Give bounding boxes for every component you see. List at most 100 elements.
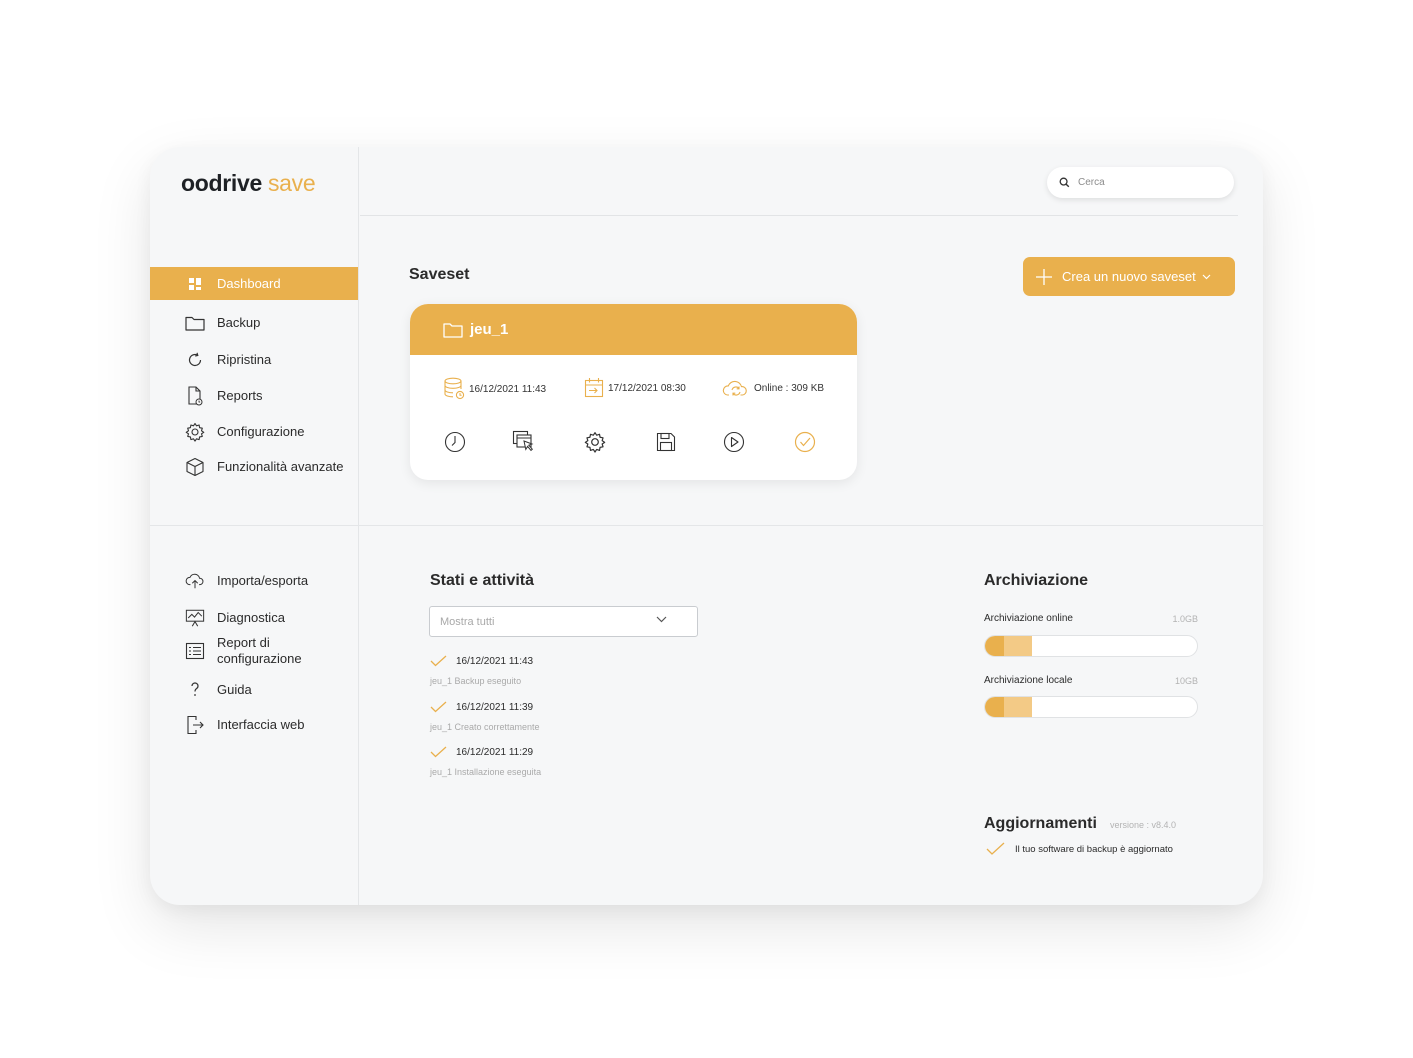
sidebar-item-label: Guida	[217, 682, 252, 697]
run-backup-button[interactable]	[721, 429, 747, 455]
schedule-button[interactable]	[442, 429, 468, 455]
gear-icon	[185, 422, 205, 442]
folder-icon	[443, 322, 463, 338]
activity-event-date: 16/12/2021 11:43	[456, 655, 534, 667]
activity-event-date: 16/12/2021 11:29	[456, 746, 534, 758]
storage-local-size: 10GB	[1174, 676, 1198, 686]
storage-local-bar-primary	[985, 697, 1005, 717]
monitor-icon	[185, 608, 205, 628]
check-icon	[430, 746, 448, 758]
storage-local-label: Archiviazione locale	[984, 675, 1073, 686]
activity-filter-select[interactable]: Mostra tutti	[429, 606, 698, 637]
saveset-card-header: jeu_1	[410, 304, 857, 355]
storage-local-bar	[984, 696, 1198, 718]
saveset-info-row: 16/12/2021 11:43 17/12/2021 08:30 Online…	[410, 374, 857, 404]
logout-icon	[185, 715, 205, 735]
gear-icon	[584, 431, 606, 453]
restore-icon	[185, 350, 205, 370]
app-window: oodrive save Dashboard Backup Ripristina …	[150, 147, 1263, 905]
sidebar: oodrive save Dashboard Backup Ripristina …	[150, 147, 359, 905]
storage-online-bar-primary	[985, 636, 1005, 656]
storage-title: Archiviazione	[984, 572, 1089, 589]
sidebar-item-label: Dashboard	[217, 276, 281, 291]
calendar-icon	[584, 377, 604, 399]
report-icon	[185, 385, 205, 406]
window-select-icon	[512, 430, 536, 454]
search-box[interactable]	[1047, 167, 1234, 198]
activity-event: 16/12/2021 11:29 jeu_1 Installazione ese…	[430, 746, 542, 778]
sidebar-item-label: Diagnostica	[217, 610, 285, 625]
search-input[interactable]	[1078, 177, 1218, 188]
activity-event-desc: jeu_1 Installazione eseguita	[430, 767, 542, 777]
list-icon	[185, 641, 205, 661]
storage-online-label: Archiviazione online	[984, 613, 1073, 624]
plus-icon	[1035, 268, 1053, 286]
clock-icon	[444, 431, 466, 453]
settings-button[interactable]	[582, 429, 608, 455]
app-logo: oodrive save	[181, 170, 316, 197]
online-size: Online : 309 KB	[754, 382, 825, 394]
section-divider	[150, 525, 1263, 526]
sidebar-item-label: Configurazione	[217, 424, 305, 439]
last-backup-info: 16/12/2021 11:43	[443, 377, 546, 401]
version-label: versione : v8.4.0	[1110, 820, 1177, 830]
activity-event: 16/12/2021 11:43 jeu_1 Backup eseguito	[430, 655, 534, 687]
activity-filter-value: Mostra tutti	[440, 615, 495, 628]
sidebar-item-importa-esporta[interactable]: Importa/esporta	[150, 564, 358, 597]
cube-icon	[185, 457, 205, 477]
play-icon	[723, 431, 745, 453]
cloud-sync-icon	[722, 377, 750, 399]
storage-online-bar	[984, 635, 1198, 657]
storage-online-bar-secondary	[1004, 636, 1032, 656]
sidebar-item-guida[interactable]: Guida	[150, 673, 358, 706]
check-circle-icon	[794, 431, 816, 453]
sidebar-item-diagnostica[interactable]: Diagnostica	[150, 601, 358, 634]
chevron-down-icon	[656, 616, 667, 623]
check-icon	[430, 655, 448, 667]
sidebar-item-label: Ripristina	[217, 352, 272, 367]
update-status: Il tuo software di backup è aggiornato	[986, 842, 1173, 856]
sidebar-item-backup[interactable]: Backup	[150, 306, 358, 339]
logo-brand: oodrive	[181, 170, 262, 196]
sidebar-item-report-configurazione[interactable]: Report di configurazione	[150, 631, 358, 671]
updates-title: Aggiornamenti	[984, 815, 1097, 832]
activity-event-desc: jeu_1 Backup eseguito	[430, 676, 522, 686]
sidebar-item-label: Interfaccia web	[217, 717, 305, 732]
sidebar-item-label: Funzionalità avanzate	[217, 459, 344, 474]
activity-event-date: 16/12/2021 11:39	[456, 701, 534, 713]
activity-event: 16/12/2021 11:39 jeu_1 Creato correttame…	[430, 701, 540, 733]
saveset-title: Saveset	[409, 266, 470, 283]
sidebar-item-funzionalita-avanzate[interactable]: Funzionalità avanzate	[150, 450, 358, 483]
storage-local-bar-secondary	[1004, 697, 1032, 717]
next-backup-date: 17/12/2021 08:30	[608, 382, 686, 394]
sidebar-item-label: Reports	[217, 388, 263, 403]
search-icon	[1059, 177, 1070, 188]
dashboard-icon	[185, 274, 205, 294]
activity-event-desc: jeu_1 Creato correttamente	[430, 722, 540, 732]
check-icon	[430, 701, 448, 713]
chevron-down-icon	[1202, 274, 1211, 280]
sidebar-item-reports[interactable]: Reports	[150, 379, 358, 412]
folder-icon	[185, 313, 205, 333]
sidebar-item-ripristina[interactable]: Ripristina	[150, 343, 358, 376]
create-saveset-label: Crea un nuovo saveset	[1062, 269, 1196, 284]
status-ok-button[interactable]	[792, 429, 818, 455]
saveset-card[interactable]: jeu_1 16/12/2021 11:43 17/12/2021 08:30 …	[410, 304, 857, 480]
topbar-divider	[360, 215, 1238, 216]
online-size-info: Online : 309 KB	[722, 377, 824, 399]
storage-online-size: 1.0GB	[1172, 614, 1198, 624]
sidebar-item-label: Backup	[217, 315, 261, 330]
check-icon	[986, 842, 1005, 856]
next-backup-info: 17/12/2021 08:30	[584, 377, 686, 399]
sidebar-item-interfaccia-web[interactable]: Interfaccia web	[150, 708, 358, 741]
last-backup-date: 16/12/2021 11:43	[469, 383, 547, 395]
sidebar-item-configurazione[interactable]: Configurazione	[150, 415, 358, 448]
activity-title: Stati e attività	[430, 572, 535, 589]
select-files-button[interactable]	[511, 429, 537, 455]
save-button[interactable]	[653, 429, 679, 455]
sidebar-item-dashboard[interactable]: Dashboard	[150, 267, 358, 300]
create-saveset-button[interactable]: Crea un nuovo saveset	[1023, 257, 1235, 296]
sidebar-item-label: Report di configurazione	[217, 635, 302, 666]
sidebar-item-label: Importa/esporta	[217, 573, 309, 588]
database-icon	[443, 377, 465, 401]
